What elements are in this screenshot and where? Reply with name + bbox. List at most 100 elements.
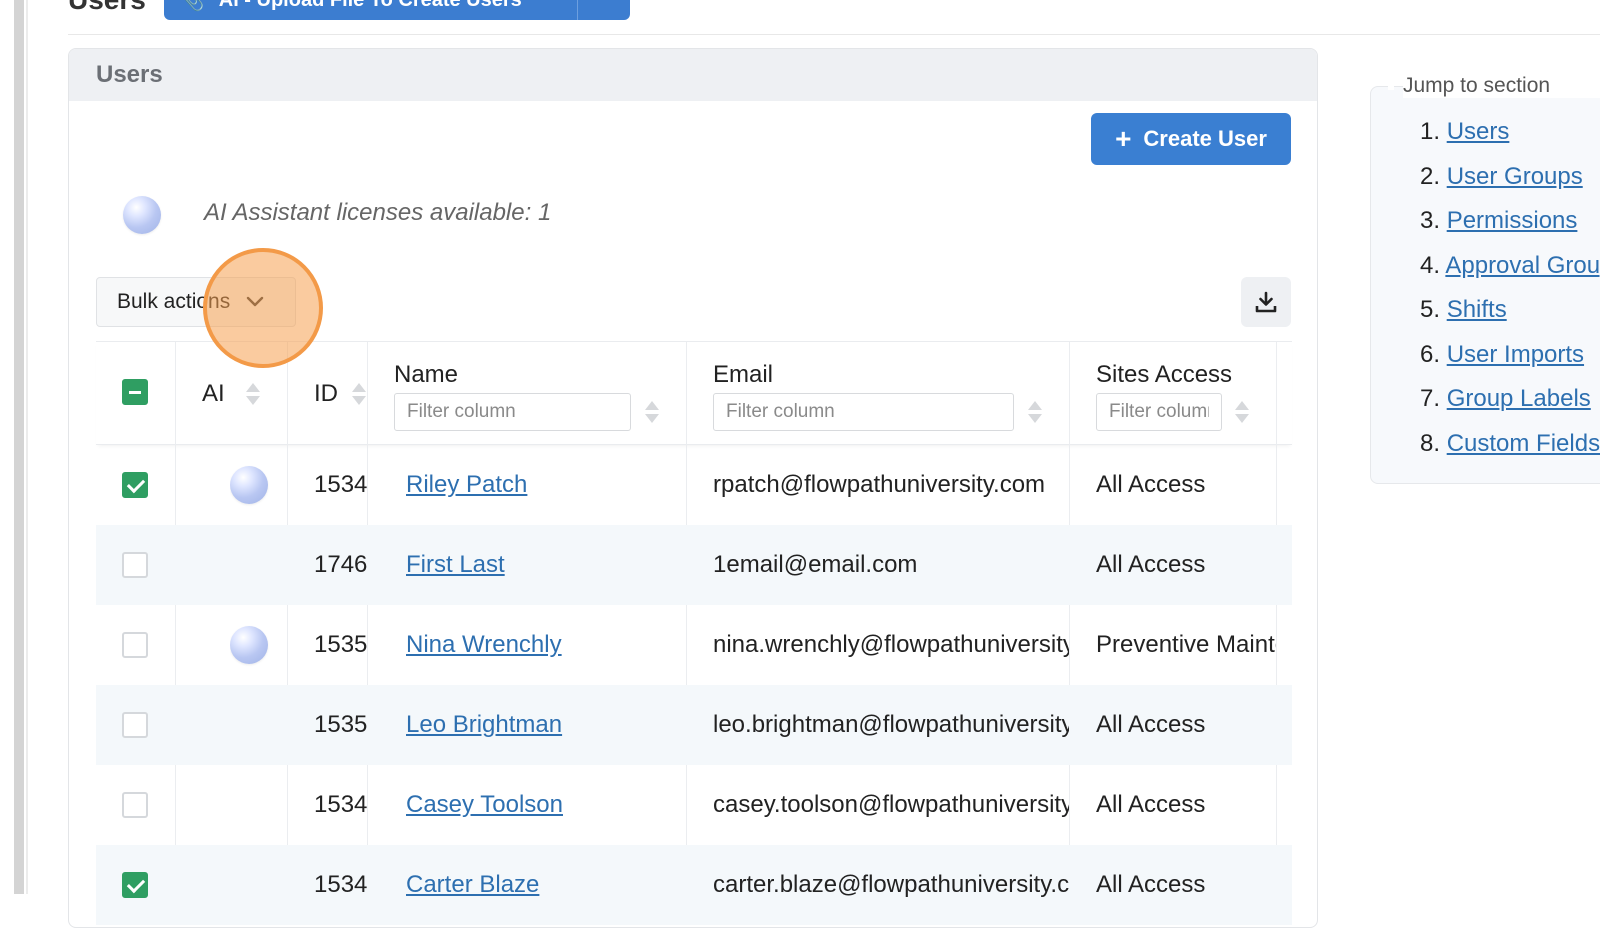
- sort-id-icon[interactable]: [351, 382, 367, 408]
- left-rail: [14, 0, 24, 894]
- sort-sites-icon[interactable]: [1234, 400, 1250, 426]
- row-checkbox[interactable]: [122, 685, 152, 765]
- sort-ai-icon[interactable]: [245, 382, 261, 408]
- sites-cell: All Access: [1096, 791, 1206, 818]
- email-cell: rpatch@flowpathuniversity.com: [713, 471, 1046, 498]
- select-all-box: [122, 379, 148, 405]
- filter-email-input[interactable]: [713, 393, 1014, 431]
- jump-item-custom-fields: 8. Custom Fields: [1420, 430, 1600, 458]
- row-checkbox[interactable]: [122, 845, 152, 925]
- card-title: Users: [69, 49, 1317, 101]
- name-cell: First Last: [406, 525, 676, 605]
- table-header: AI ID Name Email Sites Access: [96, 341, 1292, 446]
- row-checkbox[interactable]: [122, 765, 152, 845]
- page-title: Users: [68, 0, 146, 16]
- name-cell: Casey Toolson: [406, 765, 676, 845]
- id-cell: 1534: [314, 471, 367, 498]
- sites-cell: All Access: [1096, 551, 1206, 578]
- id-cell: 1535: [314, 631, 367, 658]
- bulk-actions-label: Bulk actions: [117, 290, 231, 313]
- chevron-down-icon: [247, 296, 264, 307]
- col-divider: [1276, 342, 1277, 446]
- table-row[interactable]: 1534 Casey Toolson casey.toolson@flowpat…: [96, 765, 1292, 845]
- row-checkbox[interactable]: [122, 525, 152, 605]
- jump-item-shifts: 5. Shifts: [1420, 296, 1507, 324]
- ai-cell: [230, 605, 270, 685]
- ai-upload-label: AI - Upload File To Create Users: [219, 0, 522, 12]
- table-row[interactable]: 1535 Nina Wrenchly nina.wrenchly@flowpat…: [96, 605, 1292, 685]
- sites-cell: Preventive Maintenance: [1096, 631, 1276, 658]
- select-all-checkbox[interactable]: [122, 379, 148, 405]
- table-row[interactable]: 1534 Carter Blaze carter.blaze@flowpathu…: [96, 845, 1292, 925]
- user-name-link[interactable]: Carter Blaze: [406, 871, 539, 899]
- user-name-link[interactable]: Leo Brightman: [406, 711, 562, 739]
- col-divider: [1069, 342, 1070, 446]
- jump-link-permissions[interactable]: Permissions: [1447, 207, 1578, 234]
- jump-item-number: 6.: [1420, 341, 1441, 368]
- jump-item-user-groups: 2. User Groups: [1420, 163, 1583, 191]
- table-body: 1534 Riley Patch rpatch@flowpathuniversi…: [96, 445, 1292, 925]
- col-divider: [686, 342, 687, 446]
- id-cell: 1535: [314, 711, 367, 738]
- download-button[interactable]: [1241, 277, 1291, 327]
- create-user-label: Create User: [1143, 126, 1267, 151]
- row-checkbox[interactable]: [122, 605, 152, 685]
- bulk-actions-dropdown[interactable]: Bulk actions: [96, 277, 296, 327]
- column-name[interactable]: Name: [394, 361, 458, 389]
- users-card: Users + Create User AI Assistant license…: [68, 48, 1318, 928]
- paperclip-icon: 📎: [179, 0, 205, 12]
- ai-upload-split: [576, 0, 578, 20]
- user-name-link[interactable]: First Last: [406, 551, 505, 579]
- jump-link-users[interactable]: Users: [1447, 118, 1510, 145]
- jump-item-user-imports: 6. User Imports: [1420, 341, 1584, 369]
- jump-link-custom-fields[interactable]: Custom Fields: [1447, 430, 1600, 457]
- id-cell: 1534: [314, 871, 367, 898]
- filter-sites-input[interactable]: [1096, 393, 1222, 431]
- sort-name-icon[interactable]: [644, 400, 660, 426]
- email-cell: leo.brightman@flowpathuniversity.com: [713, 711, 1069, 738]
- row-checkbox-box: [122, 632, 148, 658]
- column-email[interactable]: Email: [713, 361, 773, 389]
- sort-email-icon[interactable]: [1027, 400, 1043, 426]
- row-checkbox[interactable]: [122, 445, 152, 525]
- users-table: AI ID Name Email Sites Access: [96, 341, 1292, 925]
- ai-cell: [230, 445, 270, 525]
- page-header: Users 📎 AI - Upload File To Create Users: [68, 0, 630, 20]
- jump-item-number: 7.: [1420, 385, 1441, 412]
- jump-link-approval-groups[interactable]: Approval Groups: [1445, 252, 1600, 279]
- name-cell: Leo Brightman: [406, 685, 676, 765]
- id-cell: 1746: [314, 551, 367, 578]
- email-cell: carter.blaze@flowpathuniversity.com: [713, 871, 1069, 898]
- jump-item-permissions: 3. Permissions: [1420, 207, 1577, 235]
- jump-link-shifts[interactable]: Shifts: [1447, 296, 1507, 323]
- column-sites-access[interactable]: Sites Access: [1096, 361, 1232, 389]
- jump-link-group-labels[interactable]: Group Labels: [1447, 385, 1591, 412]
- row-checkbox-box: [122, 472, 148, 498]
- jump-item-number: 2.: [1420, 163, 1441, 190]
- table-row[interactable]: 1535 Leo Brightman leo.brightman@flowpat…: [96, 685, 1292, 765]
- email-cell: 1email@email.com: [713, 551, 918, 578]
- table-row[interactable]: 1746 First Last 1email@email.com All Acc…: [96, 525, 1292, 605]
- create-user-button[interactable]: + Create User: [1091, 113, 1291, 165]
- col-divider: [367, 342, 368, 446]
- jump-item-number: 5.: [1420, 296, 1441, 323]
- jump-link-user-groups[interactable]: User Groups: [1447, 163, 1583, 190]
- ai-orb-icon: [230, 466, 268, 504]
- row-checkbox-box: [122, 552, 148, 578]
- ai-upload-button[interactable]: 📎 AI - Upload File To Create Users: [163, 0, 630, 20]
- email-cell: nina.wrenchly@flowpathuniversity.com: [713, 631, 1069, 658]
- user-name-link[interactable]: Riley Patch: [406, 471, 527, 499]
- jump-link-user-imports[interactable]: User Imports: [1447, 341, 1584, 368]
- jump-item-number: 8.: [1420, 430, 1441, 457]
- jump-item-number: 3.: [1420, 207, 1441, 234]
- table-row[interactable]: 1534 Riley Patch rpatch@flowpathuniversi…: [96, 445, 1292, 525]
- col-divider: [175, 342, 176, 446]
- column-id[interactable]: ID: [314, 380, 338, 408]
- jump-item-number: 4.: [1420, 252, 1441, 279]
- filter-name-input[interactable]: [394, 393, 631, 431]
- email-cell: casey.toolson@flowpathuniversity.com: [713, 791, 1069, 818]
- user-name-link[interactable]: Nina Wrenchly: [406, 631, 562, 659]
- column-ai[interactable]: AI: [202, 380, 225, 408]
- name-cell: Nina Wrenchly: [406, 605, 676, 685]
- user-name-link[interactable]: Casey Toolson: [406, 791, 563, 819]
